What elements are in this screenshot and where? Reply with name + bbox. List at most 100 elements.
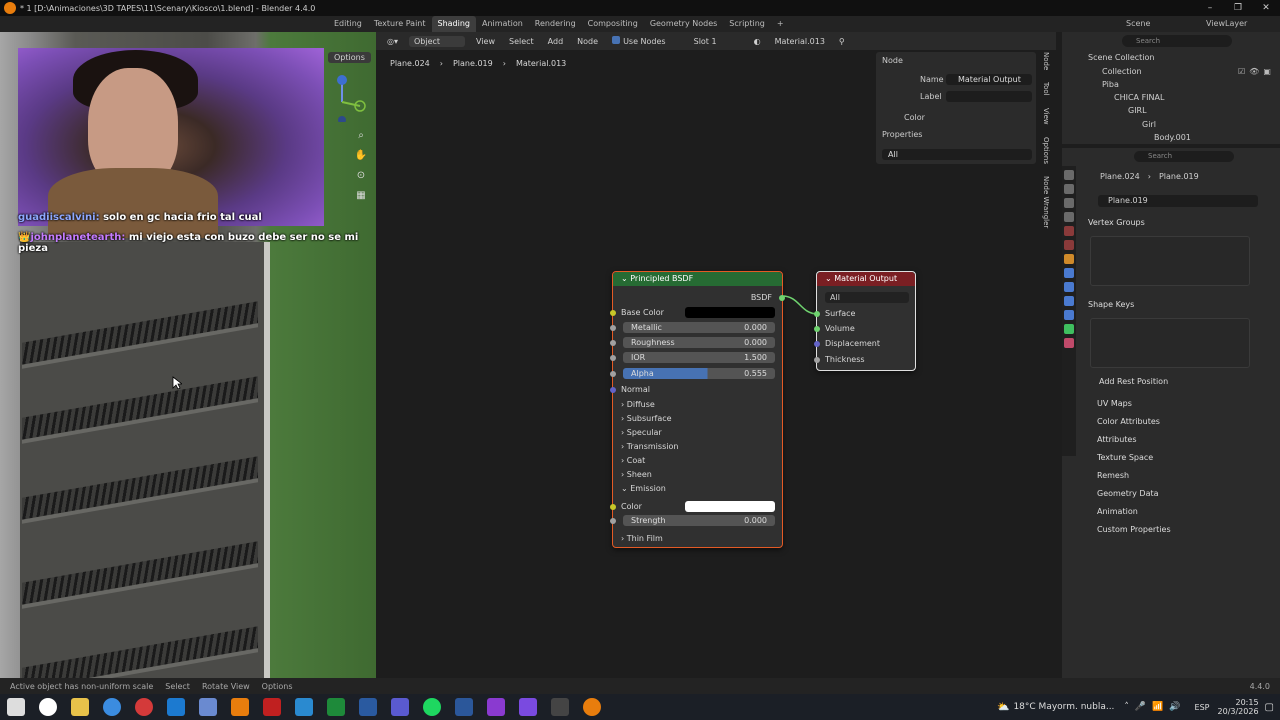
panel-subsurface[interactable]: › Subsurface xyxy=(613,412,782,425)
outliner-item[interactable]: Collection xyxy=(1102,67,1142,76)
outliner-item[interactable]: CHICA FINAL xyxy=(1114,93,1164,102)
geometry-data-header[interactable]: Geometry Data xyxy=(1097,489,1159,498)
alpha-slider[interactable]: Alpha 0.555 xyxy=(623,368,775,379)
metallic-slider[interactable]: Metallic 0.000 xyxy=(623,322,775,333)
tab-compositing[interactable]: Compositing xyxy=(582,16,644,32)
photos-icon[interactable] xyxy=(295,698,313,716)
tab-view[interactable]: View xyxy=(1042,108,1050,125)
panel-specular[interactable]: › Specular xyxy=(613,426,782,439)
tab-geometry-nodes[interactable]: Geometry Nodes xyxy=(644,16,723,32)
input-socket[interactable] xyxy=(610,355,616,361)
outliner-item[interactable]: Scene Collection xyxy=(1088,53,1155,62)
input-socket[interactable] xyxy=(814,326,820,332)
material-name-field[interactable]: Material.013 xyxy=(772,36,828,47)
maximize-button[interactable]: ❐ xyxy=(1224,3,1252,13)
chrome-icon[interactable] xyxy=(103,698,121,716)
outliner-item[interactable]: Piba xyxy=(1102,80,1119,89)
node-label-field[interactable] xyxy=(946,91,1032,102)
material-tab-icon[interactable] xyxy=(1064,338,1074,348)
panel-emission[interactable]: ⌄ Emission xyxy=(613,482,782,495)
attributes-header[interactable]: Attributes xyxy=(1097,435,1137,444)
scene-selector[interactable]: Scene xyxy=(1120,16,1200,32)
outliner-item[interactable]: GIRL xyxy=(1128,106,1147,115)
custom-properties-header[interactable]: Custom Properties xyxy=(1097,525,1171,534)
vertex-groups-list[interactable] xyxy=(1090,236,1250,286)
input-socket[interactable] xyxy=(610,325,616,331)
remesh-header[interactable]: Remesh xyxy=(1097,471,1129,480)
navigation-gizmo-icon[interactable] xyxy=(328,72,368,122)
close-button[interactable]: ✕ xyxy=(1252,3,1280,13)
add-rest-position-checkbox[interactable]: Add Rest Position xyxy=(1099,377,1168,386)
scene-tab-icon[interactable] xyxy=(1064,226,1074,236)
input-socket[interactable] xyxy=(814,311,820,317)
animation-header[interactable]: Animation xyxy=(1097,507,1138,516)
language-indicator[interactable]: ESP xyxy=(1195,703,1210,712)
app-icon[interactable] xyxy=(391,698,409,716)
tab-shading[interactable]: Shading xyxy=(431,16,476,32)
mesh-name-field[interactable]: Plane.019 xyxy=(1098,195,1258,207)
input-socket[interactable] xyxy=(610,518,616,524)
viewport-options-button[interactable]: Options xyxy=(328,52,371,63)
outliner-item[interactable]: Body.001 xyxy=(1154,133,1191,142)
edge-icon[interactable] xyxy=(167,698,185,716)
panel-diffuse[interactable]: › Diffuse xyxy=(613,398,782,411)
discord-icon[interactable] xyxy=(487,698,505,716)
tool-tab-icon[interactable] xyxy=(1064,170,1074,180)
node-name-field[interactable]: Material Output xyxy=(946,74,1032,85)
ior-slider[interactable]: IOR 1.500 xyxy=(623,352,775,363)
tab-node-wrangler[interactable]: Node Wrangler xyxy=(1042,176,1050,228)
shape-keys-header[interactable]: Shape Keys xyxy=(1088,300,1134,309)
use-nodes-checkbox[interactable]: Use Nodes xyxy=(609,35,669,47)
tray-icons[interactable]: ˄🎤📶🔊 xyxy=(1124,702,1186,712)
output-tab-icon[interactable] xyxy=(1064,198,1074,208)
start-icon[interactable] xyxy=(7,698,25,716)
physics-tab-icon[interactable] xyxy=(1064,296,1074,306)
word-icon[interactable] xyxy=(455,698,473,716)
zoom-icon[interactable]: ⌕ xyxy=(354,130,368,144)
object-tab-icon[interactable] xyxy=(1064,254,1074,264)
minimize-button[interactable]: – xyxy=(1196,3,1224,13)
view-layer-tab-icon[interactable] xyxy=(1064,212,1074,222)
menu-node[interactable]: Node xyxy=(574,36,601,47)
opera-icon[interactable] xyxy=(135,698,153,716)
app-icon[interactable] xyxy=(519,698,537,716)
render-tab-icon[interactable] xyxy=(1064,184,1074,194)
properties-section-title[interactable]: Properties xyxy=(882,130,922,139)
roughness-slider[interactable]: Roughness 0.000 xyxy=(623,337,775,348)
particles-tab-icon[interactable] xyxy=(1064,282,1074,292)
outliner-search-input[interactable]: Search xyxy=(1122,35,1232,47)
editor-type-icon[interactable]: ◎▾ xyxy=(384,36,401,47)
color-attributes-header[interactable]: Color Attributes xyxy=(1097,417,1160,426)
panel-sheen[interactable]: › Sheen xyxy=(613,468,782,481)
outliner-item[interactable]: Girl xyxy=(1142,120,1156,129)
vectorworks-icon[interactable] xyxy=(359,698,377,716)
tab-animation[interactable]: Animation xyxy=(476,16,529,32)
menu-add[interactable]: Add xyxy=(545,36,567,47)
input-socket[interactable] xyxy=(610,387,616,393)
node-section-title[interactable]: Node xyxy=(882,56,903,65)
emission-color-swatch[interactable] xyxy=(685,501,775,512)
object-mode-dropdown[interactable]: Object xyxy=(409,35,465,47)
panel-coat[interactable]: › Coat xyxy=(613,454,782,467)
material-output-node[interactable]: ⌄ Material Output All Surface Volume Dis… xyxy=(814,271,916,371)
base-color-swatch[interactable] xyxy=(685,307,775,318)
uv-maps-header[interactable]: UV Maps xyxy=(1097,399,1132,408)
add-workspace-button[interactable]: + xyxy=(771,16,790,32)
tab-scripting[interactable]: Scripting xyxy=(723,16,771,32)
pin-icon[interactable]: ⚲ xyxy=(836,36,848,47)
world-tab-icon[interactable] xyxy=(1064,240,1074,250)
input-socket[interactable] xyxy=(814,341,820,347)
input-socket[interactable] xyxy=(610,340,616,346)
menu-view[interactable]: View xyxy=(473,36,498,47)
3d-viewport[interactable]: guadiiscalvini: solo en gc hacia frio ta… xyxy=(0,32,376,678)
tab-node[interactable]: Node xyxy=(1042,52,1050,70)
tab-options[interactable]: Options xyxy=(1042,137,1050,164)
camera-icon[interactable]: ⊙ xyxy=(354,170,368,184)
pycharm-icon[interactable] xyxy=(327,698,345,716)
color-toggle[interactable]: Color xyxy=(904,113,925,122)
grid-icon[interactable]: ▦ xyxy=(354,190,368,204)
input-socket[interactable] xyxy=(610,504,616,510)
principled-bsdf-node[interactable]: ⌄ Principled BSDF BSDF Base Color Metall… xyxy=(610,271,785,548)
input-socket[interactable] xyxy=(610,310,616,316)
tab-rendering[interactable]: Rendering xyxy=(529,16,582,32)
